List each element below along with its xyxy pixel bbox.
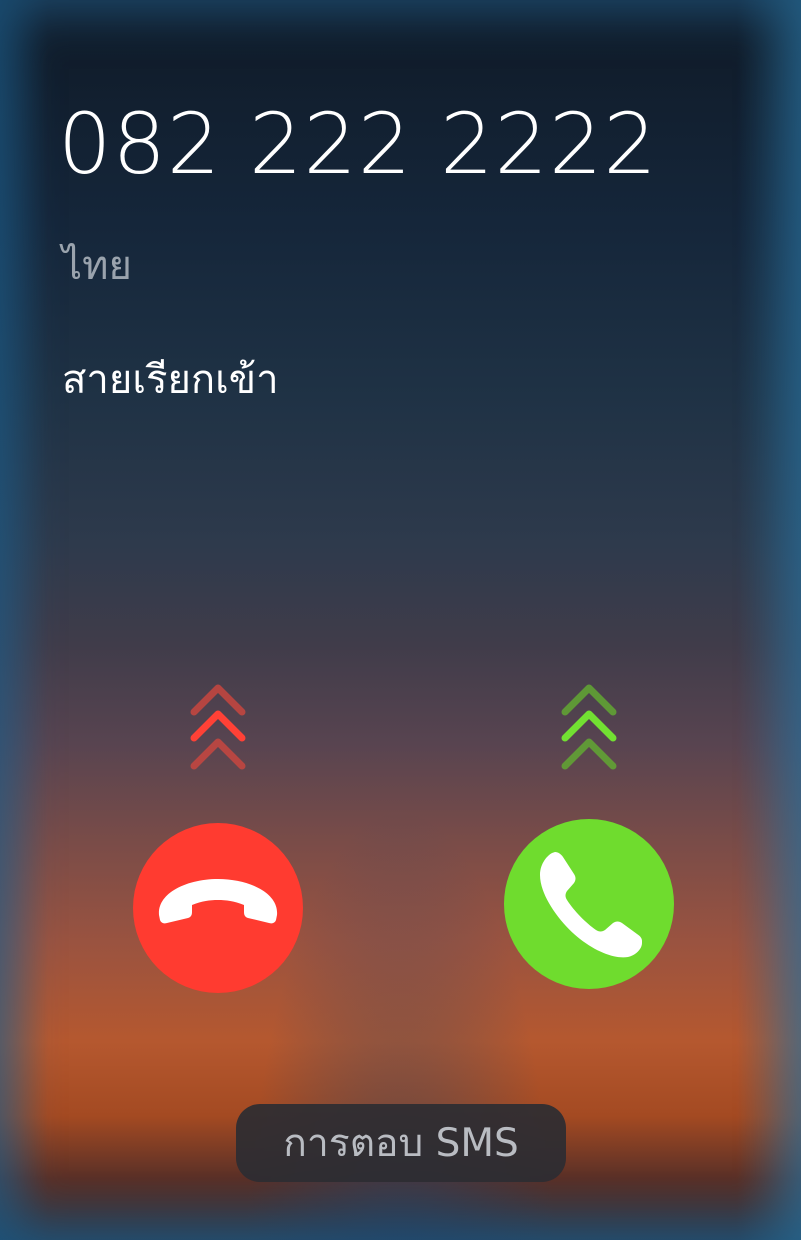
chevrons-up-icon [561,684,617,770]
accept-call-button[interactable] [504,819,674,989]
incoming-call-screen: 082 222 2222 ไทย สายเรียกเข้า การตอบ SMS [0,0,801,1240]
sms-reply-button[interactable]: การตอบ SMS [236,1104,566,1182]
decline-call-button[interactable] [133,823,303,993]
accept-swipe-hint [559,684,619,774]
chevrons-up-icon [190,684,246,770]
caller-number: 082 222 2222 [58,95,658,193]
decline-swipe-hint [188,684,248,774]
phone-hangup-icon [133,823,303,993]
caller-location: ไทย [62,243,132,289]
call-status-label: สายเรียกเข้า [62,357,279,403]
phone-icon [504,819,674,989]
